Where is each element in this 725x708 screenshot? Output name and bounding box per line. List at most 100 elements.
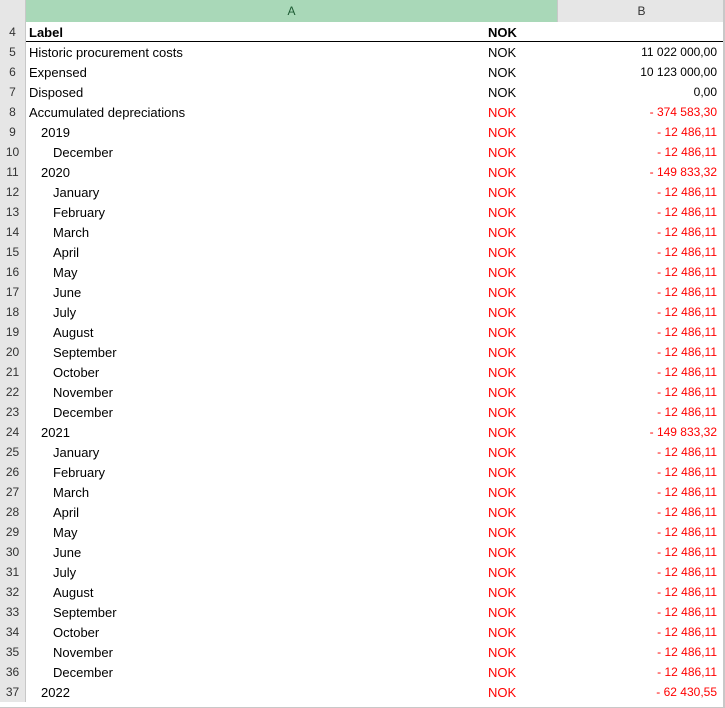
cell-b-value[interactable]: - 12 486,11 bbox=[558, 442, 725, 462]
row-number[interactable]: 14 bbox=[0, 222, 26, 242]
cell-b-value[interactable] bbox=[558, 22, 725, 42]
cell-b-value[interactable]: - 12 486,11 bbox=[558, 482, 725, 502]
cell-b-value[interactable]: - 12 486,11 bbox=[558, 122, 725, 142]
cell-b-value[interactable]: - 12 486,11 bbox=[558, 182, 725, 202]
cell-a[interactable]: 2020 NOK bbox=[26, 162, 558, 182]
cell-b-value[interactable]: 10 123 000,00 bbox=[558, 62, 725, 82]
row-number[interactable]: 12 bbox=[0, 182, 26, 202]
cell-b-value[interactable]: 0,00 bbox=[558, 82, 725, 102]
cell-b-value[interactable]: - 12 486,11 bbox=[558, 602, 725, 622]
cell-a[interactable]: August NOK bbox=[26, 582, 558, 602]
row-number[interactable]: 19 bbox=[0, 322, 26, 342]
cell-a[interactable]: 2019 NOK bbox=[26, 122, 558, 142]
cell-b-value[interactable]: - 12 486,11 bbox=[558, 242, 725, 262]
row-number[interactable]: 26 bbox=[0, 462, 26, 482]
cell-a[interactable]: August NOK bbox=[26, 322, 558, 342]
cell-a[interactable]: May NOK bbox=[26, 522, 558, 542]
cell-a[interactable]: July NOK bbox=[26, 302, 558, 322]
row-number[interactable]: 17 bbox=[0, 282, 26, 302]
cell-b-value[interactable]: - 12 486,11 bbox=[558, 502, 725, 522]
row-number[interactable]: 29 bbox=[0, 522, 26, 542]
row-number[interactable]: 6 bbox=[0, 62, 26, 82]
cell-a[interactable]: 2021 NOK bbox=[26, 422, 558, 442]
row-number[interactable]: 21 bbox=[0, 362, 26, 382]
cell-b-value[interactable]: - 149 833,32 bbox=[558, 162, 725, 182]
cell-b-value[interactable]: - 12 486,11 bbox=[558, 202, 725, 222]
cell-a[interactable]: January NOK bbox=[26, 182, 558, 202]
cell-a[interactable]: April NOK bbox=[26, 502, 558, 522]
cell-a[interactable]: November NOK bbox=[26, 642, 558, 662]
cell-b-value[interactable]: - 12 486,11 bbox=[558, 342, 725, 362]
row-number[interactable]: 37 bbox=[0, 682, 26, 702]
cell-b-value[interactable]: - 374 583,30 bbox=[558, 102, 725, 122]
cell-b-value[interactable]: - 12 486,11 bbox=[558, 582, 725, 602]
row-number[interactable]: 7 bbox=[0, 82, 26, 102]
row-number[interactable]: 16 bbox=[0, 262, 26, 282]
cell-a[interactable]: June NOK bbox=[26, 542, 558, 562]
cell-a[interactable]: December NOK bbox=[26, 402, 558, 422]
row-number[interactable]: 30 bbox=[0, 542, 26, 562]
cell-a[interactable]: April NOK bbox=[26, 242, 558, 262]
cell-a[interactable]: November NOK bbox=[26, 382, 558, 402]
row-number[interactable]: 8 bbox=[0, 102, 26, 122]
row-number[interactable]: 25 bbox=[0, 442, 26, 462]
cell-b-value[interactable]: - 12 486,11 bbox=[558, 142, 725, 162]
cell-a[interactable]: February NOK bbox=[26, 202, 558, 222]
cell-b-value[interactable]: - 12 486,11 bbox=[558, 302, 725, 322]
cell-a[interactable]: October NOK bbox=[26, 622, 558, 642]
cell-a[interactable]: May NOK bbox=[26, 262, 558, 282]
row-number[interactable]: 23 bbox=[0, 402, 26, 422]
column-header-b[interactable]: B bbox=[558, 0, 725, 22]
cell-b-value[interactable]: - 12 486,11 bbox=[558, 642, 725, 662]
cell-a[interactable]: Disposed NOK bbox=[26, 82, 558, 102]
cell-a[interactable]: September NOK bbox=[26, 602, 558, 622]
cell-b-value[interactable]: - 12 486,11 bbox=[558, 282, 725, 302]
cell-a[interactable]: December NOK bbox=[26, 142, 558, 162]
cell-a[interactable]: January NOK bbox=[26, 442, 558, 462]
cell-b-value[interactable]: - 12 486,11 bbox=[558, 622, 725, 642]
column-header-a[interactable]: A bbox=[26, 0, 558, 22]
row-number[interactable]: 20 bbox=[0, 342, 26, 362]
row-number[interactable]: 15 bbox=[0, 242, 26, 262]
row-number[interactable]: 32 bbox=[0, 582, 26, 602]
row-number[interactable]: 34 bbox=[0, 622, 26, 642]
cell-b-value[interactable]: - 149 833,32 bbox=[558, 422, 725, 442]
cell-b-value[interactable]: - 62 430,55 bbox=[558, 682, 725, 702]
row-number[interactable]: 11 bbox=[0, 162, 26, 182]
row-number[interactable]: 13 bbox=[0, 202, 26, 222]
cell-a[interactable]: Expensed NOK bbox=[26, 62, 558, 82]
cell-b-value[interactable]: - 12 486,11 bbox=[558, 262, 725, 282]
row-number[interactable]: 24 bbox=[0, 422, 26, 442]
row-number[interactable]: 18 bbox=[0, 302, 26, 322]
row-number[interactable]: 4 bbox=[0, 22, 26, 42]
cell-b-value[interactable]: 11 022 000,00 bbox=[558, 42, 725, 62]
cell-a[interactable]: Accumulated depreciations NOK bbox=[26, 102, 558, 122]
row-number[interactable]: 10 bbox=[0, 142, 26, 162]
cell-a[interactable]: February NOK bbox=[26, 462, 558, 482]
row-number[interactable]: 5 bbox=[0, 42, 26, 62]
cell-b-value[interactable]: - 12 486,11 bbox=[558, 322, 725, 342]
cell-a[interactable]: March NOK bbox=[26, 482, 558, 502]
row-number[interactable]: 33 bbox=[0, 602, 26, 622]
cell-a[interactable]: September NOK bbox=[26, 342, 558, 362]
cell-b-value[interactable]: - 12 486,11 bbox=[558, 562, 725, 582]
row-number[interactable]: 27 bbox=[0, 482, 26, 502]
cell-b-value[interactable]: - 12 486,11 bbox=[558, 362, 725, 382]
cell-a[interactable]: October NOK bbox=[26, 362, 558, 382]
select-all-corner[interactable] bbox=[0, 0, 26, 22]
cell-b-value[interactable]: - 12 486,11 bbox=[558, 522, 725, 542]
row-number[interactable]: 35 bbox=[0, 642, 26, 662]
row-number[interactable]: 9 bbox=[0, 122, 26, 142]
cell-a[interactable]: March NOK bbox=[26, 222, 558, 242]
cell-a[interactable]: 2022 NOK bbox=[26, 682, 558, 702]
cell-b-value[interactable]: - 12 486,11 bbox=[558, 662, 725, 682]
cell-b-value[interactable]: - 12 486,11 bbox=[558, 542, 725, 562]
cell-a[interactable]: Historic procurement costs NOK bbox=[26, 42, 558, 62]
row-number[interactable]: 31 bbox=[0, 562, 26, 582]
row-number[interactable]: 22 bbox=[0, 382, 26, 402]
row-number[interactable]: 28 bbox=[0, 502, 26, 522]
cell-b-value[interactable]: - 12 486,11 bbox=[558, 382, 725, 402]
cell-a[interactable]: June NOK bbox=[26, 282, 558, 302]
cell-a[interactable]: December NOK bbox=[26, 662, 558, 682]
cell-b-value[interactable]: - 12 486,11 bbox=[558, 222, 725, 242]
